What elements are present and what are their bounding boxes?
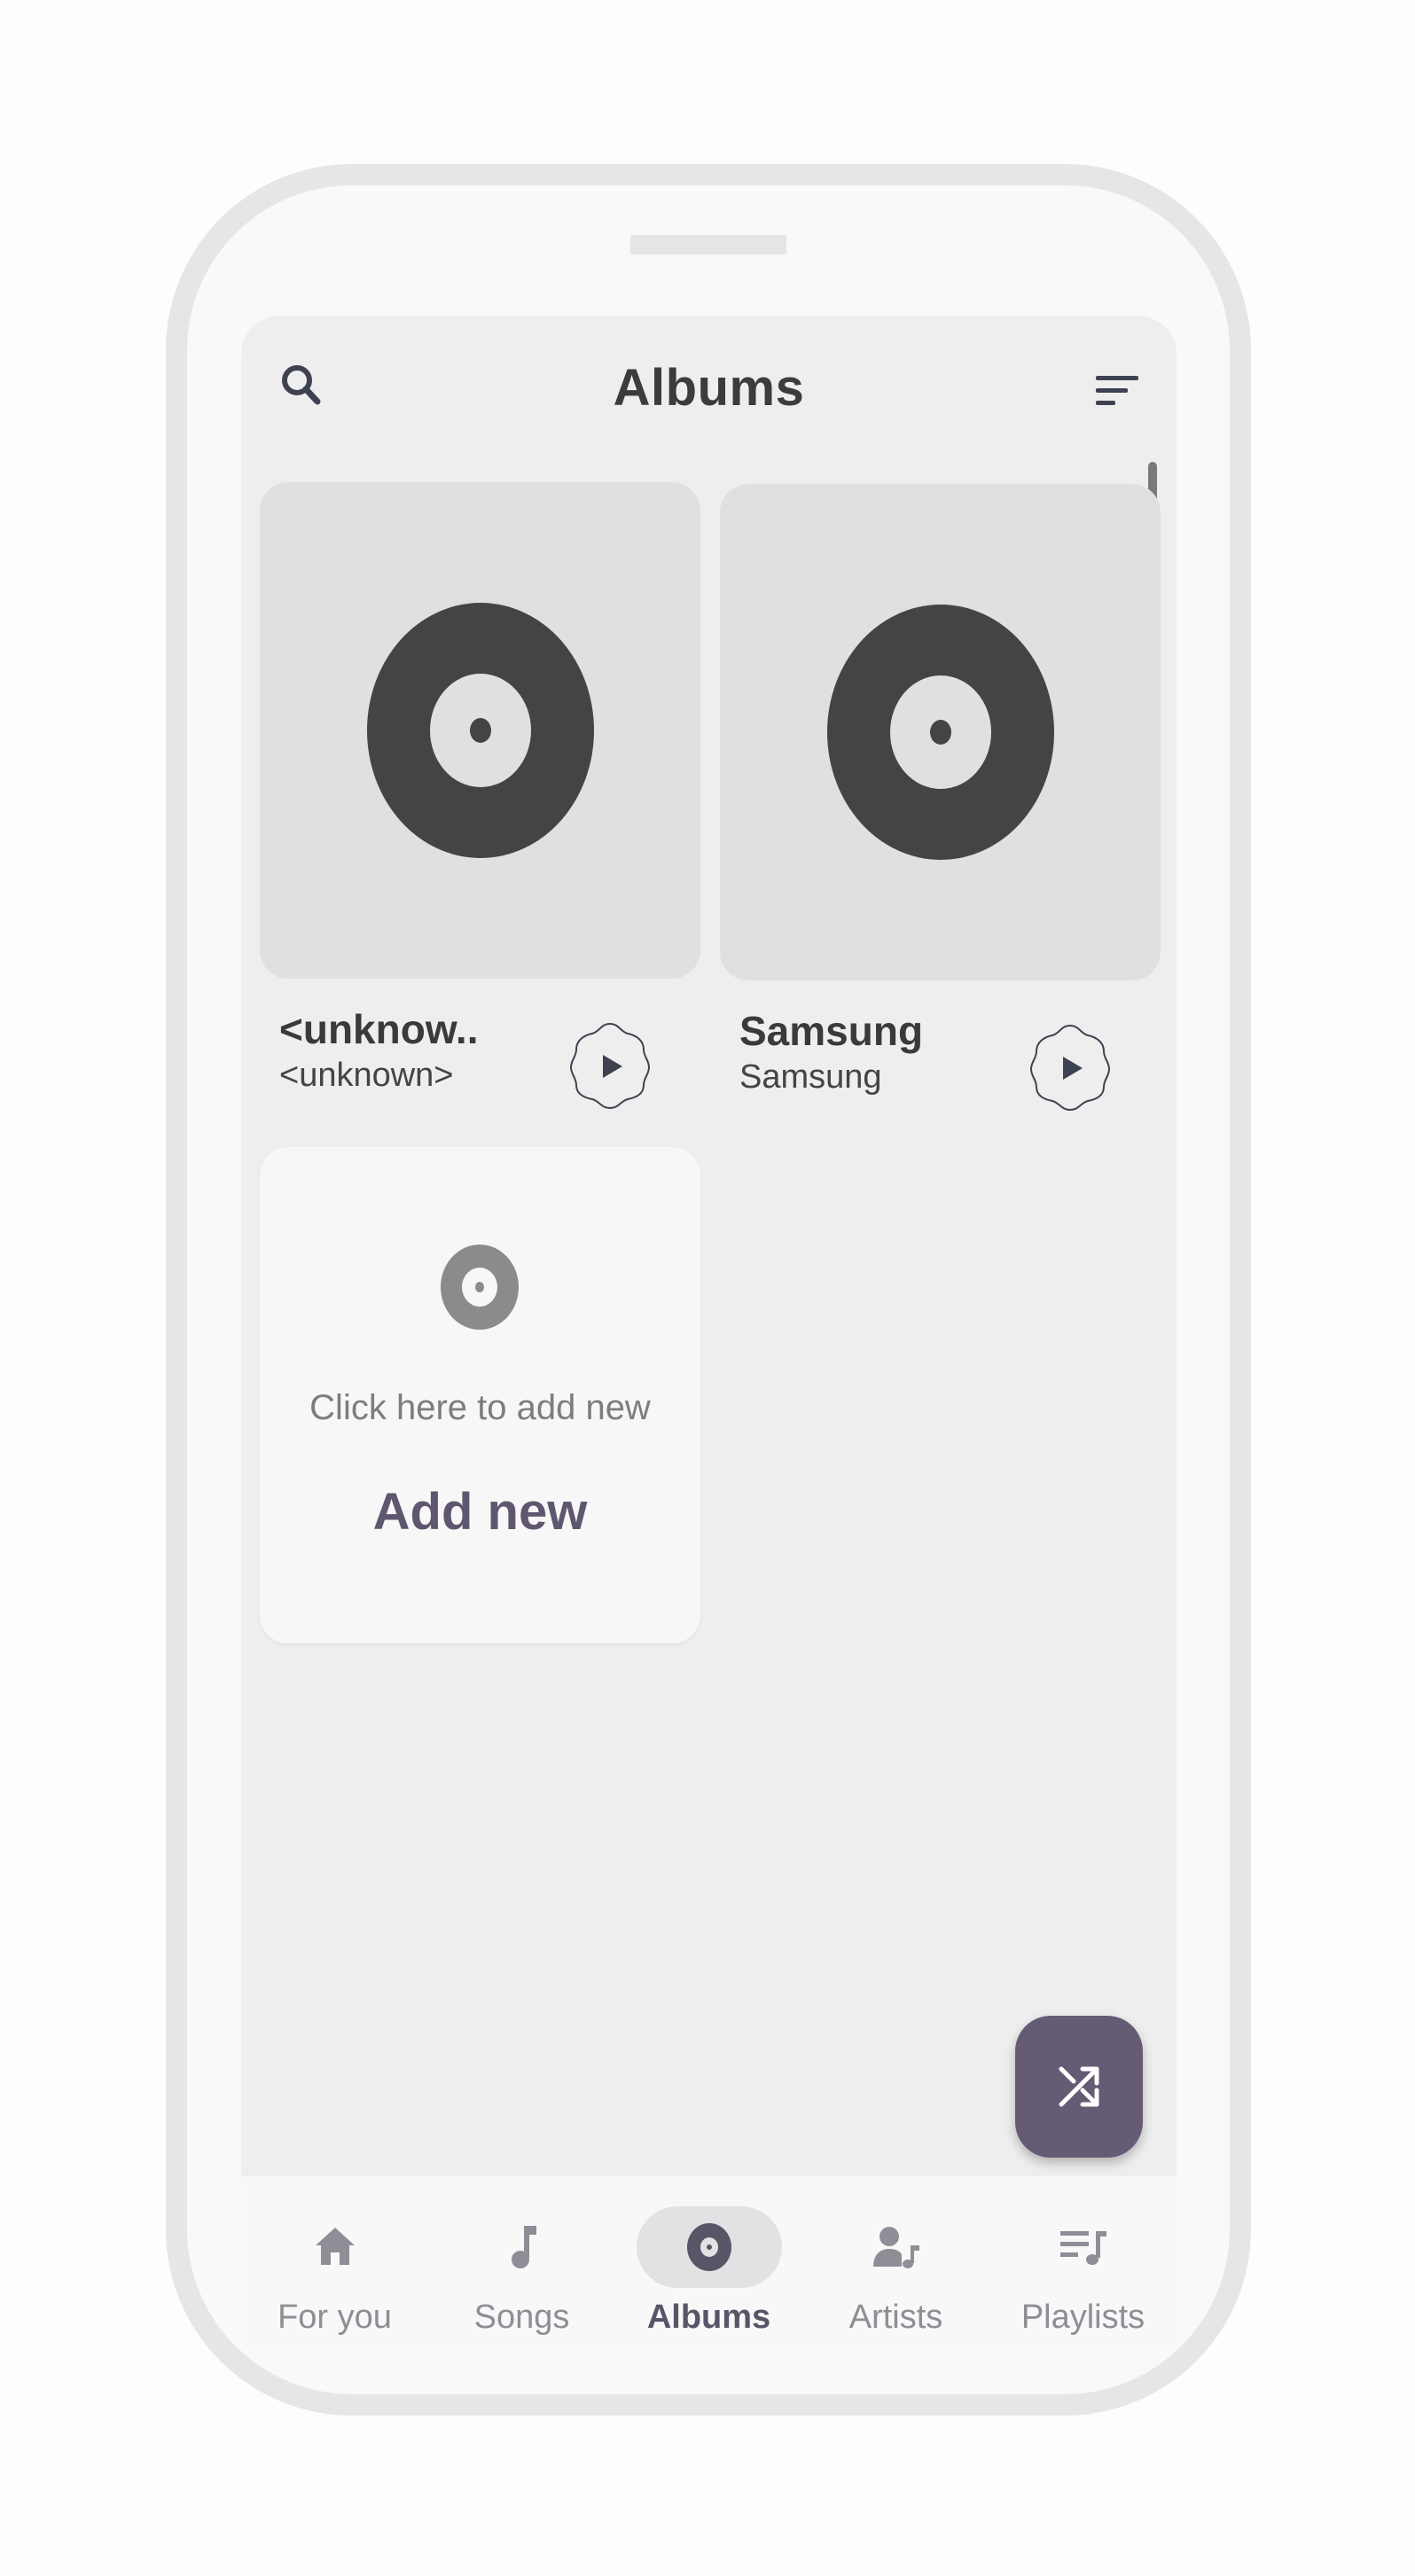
- music-note-icon: [450, 2206, 595, 2288]
- artist-icon: [824, 2206, 969, 2288]
- disc-icon: [441, 1245, 519, 1330]
- nav-item-for-you[interactable]: For you: [241, 2176, 428, 2346]
- album-art[interactable]: [260, 482, 700, 979]
- page-title: Albums: [613, 359, 805, 417]
- album-icon: [636, 2206, 782, 2288]
- add-new-label: Add new: [372, 1483, 588, 1541]
- add-new-hint: Click here to add new: [309, 1388, 651, 1427]
- nav-label: Playlists: [1020, 2299, 1145, 2336]
- sort-icon[interactable]: [1092, 369, 1145, 413]
- nav-label: For you: [278, 2299, 392, 2336]
- album-artist: <unknown>: [279, 1057, 454, 1094]
- vinyl-disc-icon: [366, 603, 594, 858]
- nav-label: Songs: [473, 2299, 570, 2336]
- shuffle-button[interactable]: [1015, 2016, 1143, 2158]
- album-card[interactable]: <unknow.. <unknown>: [260, 482, 700, 1110]
- nav-item-albums[interactable]: Albums: [615, 2176, 802, 2346]
- shuffle-icon: [1059, 2066, 1099, 2107]
- nav-item-artists[interactable]: Artists: [802, 2176, 989, 2346]
- album-card[interactable]: Samsung Samsung: [720, 484, 1161, 1112]
- playlist-icon: [1011, 2206, 1156, 2288]
- album-title: Samsung: [739, 1008, 924, 1054]
- bottom-navigation: For you Songs Albums Artists Playlists: [241, 2176, 1177, 2346]
- add-new-album-card[interactable]: Click here to add new Add new: [260, 1147, 700, 1643]
- nav-item-playlists[interactable]: Playlists: [989, 2176, 1177, 2346]
- home-icon: [262, 2206, 408, 2288]
- play-icon[interactable]: [569, 1021, 651, 1110]
- nav-label: Albums: [646, 2299, 771, 2336]
- top-app-bar: Albums: [241, 316, 1177, 457]
- vinyl-disc-icon: [826, 605, 1054, 860]
- app-screen: Albums <unknow.. <unknown> Samsung Samsu…: [241, 316, 1177, 2346]
- play-icon[interactable]: [1029, 1023, 1111, 1112]
- phone-speaker: [630, 235, 786, 254]
- album-artist: Samsung: [739, 1058, 882, 1096]
- album-art[interactable]: [720, 484, 1161, 980]
- nav-item-songs[interactable]: Songs: [428, 2176, 615, 2346]
- album-title: <unknow..: [279, 1006, 479, 1052]
- nav-label: Artists: [848, 2299, 943, 2336]
